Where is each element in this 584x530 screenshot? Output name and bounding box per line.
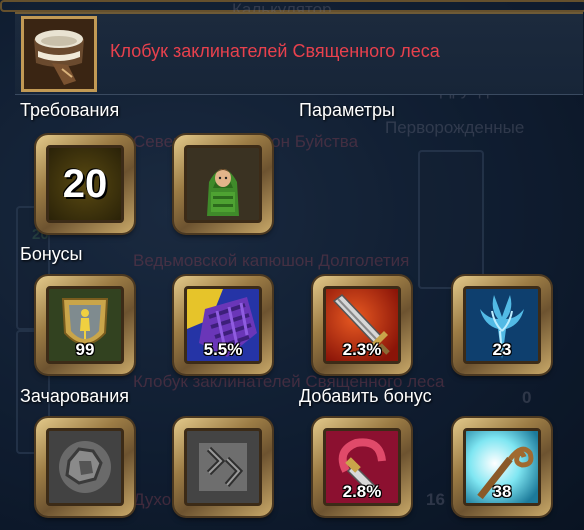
- bonus-value-2: 5.5%: [203, 340, 243, 359]
- empty-rune-slot-icon: [49, 431, 121, 503]
- add-bonus-value-2: 38: [492, 482, 512, 501]
- bonus-value-1: 99: [75, 340, 95, 359]
- bonus-slot-2[interactable]: 5.5%: [174, 276, 272, 374]
- hood-icon: [24, 19, 94, 89]
- enchantment-slot-1[interactable]: [36, 418, 134, 516]
- level-requirement-value: 20: [62, 162, 108, 206]
- add-bonus-slot-1[interactable]: 2.8%: [313, 418, 411, 516]
- bonus-value-3: 2.3%: [342, 340, 382, 359]
- bonus-slot-3[interactable]: 2.3%: [313, 276, 411, 374]
- bonus-value-4: 23: [492, 340, 512, 359]
- level-requirement-slot[interactable]: 20: [36, 135, 134, 233]
- parameters-label: Параметры: [299, 100, 395, 120]
- bonus-slot-4[interactable]: 23: [453, 276, 551, 374]
- empty-rune-slot-icon: [187, 431, 259, 503]
- druid-portrait-icon: [187, 148, 259, 220]
- enchantment-slot-2[interactable]: [174, 418, 272, 516]
- add-bonus-slot-2[interactable]: 38: [453, 418, 551, 516]
- item-icon-frame: [21, 16, 97, 92]
- item-title: Клобук заклинателей Священного леса: [110, 41, 440, 61]
- requirements-label: Требования: [20, 100, 120, 120]
- enchantments-label: Зачарования: [20, 386, 130, 406]
- class-requirement-slot[interactable]: [174, 135, 272, 233]
- bonuses-label: Бонусы: [20, 244, 83, 264]
- add-bonus-label: Добавить бонус: [299, 386, 432, 406]
- add-bonus-value-1: 2.8%: [342, 482, 382, 501]
- bonus-slot-1[interactable]: 99: [36, 276, 134, 374]
